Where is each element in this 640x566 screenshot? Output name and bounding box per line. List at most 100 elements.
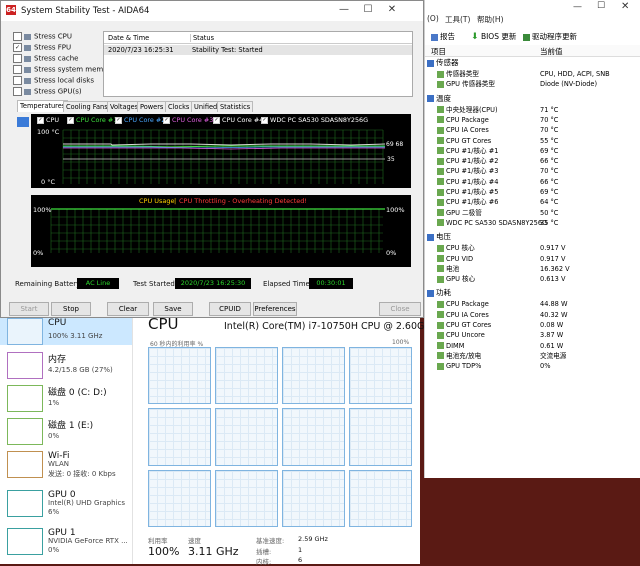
cpu-model-name: Intel(R) Core(TM) i7-10750H CPU @ 2.60GH… (224, 321, 437, 332)
maximize-icon[interactable]: ☐ (597, 1, 605, 11)
sidebar-item-wifi[interactable]: Wi-Fi WLAN 发送: 0 接收: 0 Kbps (0, 446, 132, 478)
sensor-row[interactable]: 传感器类型 CPU, HDD, ACPI, SNB (425, 69, 640, 80)
sensor-row[interactable]: CPU #1/核心 #3 70 °C (425, 166, 640, 177)
close-button[interactable]: Close (379, 302, 421, 316)
checkbox-icon (13, 65, 22, 74)
sensor-value: Diode (NV-Diode) (540, 80, 598, 89)
stress-checkbox[interactable]: Stress local disks (13, 76, 94, 85)
sidebar-item-gpu1[interactable]: GPU 1 NVIDIA GeForce RTX ... 0% (0, 523, 132, 555)
sensor-row[interactable]: GPU TDP% 0% (425, 361, 640, 372)
sensor-group[interactable]: 传感器 (425, 58, 640, 69)
hardware-icon (24, 33, 31, 40)
sidebar-item-memory[interactable]: 内存 4.2/15.8 GB (27%) (0, 347, 132, 379)
preferences-button[interactable]: Preferences (253, 302, 297, 316)
sensor-row[interactable]: CPU #1/核心 #6 64 °C (425, 197, 640, 208)
hardware-icon (24, 88, 31, 95)
tab-powers[interactable]: Powers (137, 101, 167, 112)
sensor-row[interactable]: CPU #1/核心 #5 69 °C (425, 187, 640, 198)
save-button[interactable]: Save (153, 302, 193, 316)
stress-checkbox[interactable]: Stress GPU(s) (13, 87, 82, 96)
checkbox-label: Stress local disks (34, 76, 95, 85)
sensor-row[interactable]: CPU Package 44.88 W (425, 299, 640, 310)
sensor-row[interactable]: CPU IA Cores 70 °C (425, 125, 640, 136)
menu-item-help[interactable]: 帮助(H) (477, 14, 504, 25)
log-col-date[interactable]: Date & Time (108, 34, 149, 42)
sensor-group[interactable]: 温度 (425, 94, 640, 105)
sensor-row[interactable]: CPU #1/核心 #1 69 °C (425, 146, 640, 157)
legend-item[interactable]: ✓ CPU Core #2 (115, 116, 165, 124)
legend-item[interactable]: ✓ WDC PC SA530 SDASN8Y256G (261, 116, 368, 124)
legend-item[interactable]: ✓ CPU Core #1 (67, 116, 117, 124)
sensor-row[interactable]: WDC PC SA530 SDASN8Y256G 35 °C (425, 218, 640, 229)
log-row[interactable]: 2020/7/23 16:25:31 Stability Test: Start… (104, 45, 412, 55)
tab-cooling-fans[interactable]: Cooling Fans (63, 101, 111, 112)
sensor-row[interactable]: 电池 16.362 V (425, 264, 640, 275)
sensor-row[interactable]: CPU #1/核心 #4 66 °C (425, 177, 640, 188)
bios-label: BIOS 更新 (480, 32, 517, 41)
toolbar: 报告 ⬇ BIOS 更新 驱动程序更新 (425, 28, 640, 46)
sensor-row[interactable]: 电池充/放电 交流电源 (425, 351, 640, 362)
sensor-row[interactable]: CPU Package 70 °C (425, 115, 640, 126)
sensor-row-label: 温度 (427, 94, 451, 105)
clear-button[interactable]: Clear (107, 302, 149, 316)
sensor-name: 温度 (436, 93, 451, 103)
checkbox-icon (13, 87, 22, 96)
maximize-icon[interactable]: ☐ (361, 4, 375, 16)
report-button[interactable]: 报告 (431, 31, 455, 42)
sensor-row[interactable]: GPU 核心 0.613 V (425, 274, 640, 285)
sensor-icon (437, 167, 444, 175)
download-icon: ⬇ (471, 32, 479, 42)
stress-checkbox[interactable]: Stress system memory (13, 65, 115, 74)
sensor-row[interactable]: CPU GT Cores 0.08 W (425, 320, 640, 331)
sensor-row[interactable]: CPU Uncore 3.87 W (425, 330, 640, 341)
stop-button[interactable]: Stop (51, 302, 91, 316)
sensor-row[interactable]: GPU 二极管 50 °C (425, 208, 640, 219)
column-value-header[interactable]: 当前值 (540, 46, 563, 57)
sensor-row[interactable]: CPU VID 0.917 V (425, 254, 640, 265)
legend-item[interactable]: ✓ CPU (37, 116, 59, 124)
sensor-row[interactable]: 中央处理器(CPU) 71 °C (425, 105, 640, 116)
tab-temperatures[interactable]: Temperatures (17, 100, 69, 112)
sensor-row[interactable]: CPU #1/核心 #2 66 °C (425, 156, 640, 167)
tab-unified[interactable]: Unified (191, 101, 221, 112)
tab-clocks[interactable]: Clocks (165, 101, 193, 112)
sensor-row[interactable]: DIMM 0.61 W (425, 341, 640, 352)
legend-item[interactable]: ✓ CPU Core #4 (213, 116, 263, 124)
minimize-icon[interactable]: — (573, 2, 582, 12)
sensor-name: CPU #1/核心 #6 (446, 198, 499, 207)
wifi-mini-graph (7, 451, 43, 478)
sensor-row[interactable]: GPU 传感器类型 Diode (NV-Diode) (425, 79, 640, 90)
close-icon[interactable]: ✕ (621, 1, 629, 12)
sidebar-item-disk0[interactable]: 磁盘 0 (C: D:) 1% (0, 380, 132, 412)
gpu0-mini-graph (7, 490, 43, 517)
sensor-group[interactable]: 功耗 (425, 288, 640, 299)
stress-checkbox[interactable]: Stress CPU (13, 32, 72, 41)
driver-update-button[interactable]: 驱动程序更新 (523, 31, 577, 42)
minimize-icon[interactable]: — (337, 4, 351, 16)
menu-item[interactable]: (O) (427, 14, 439, 23)
cpu-usage-graph: CPU Usage | CPU Throttling - Overheating… (31, 195, 411, 267)
sensor-row[interactable]: CPU GT Cores 55 °C (425, 136, 640, 147)
sensor-name: CPU VID (446, 254, 474, 263)
sidebar-item-disk1[interactable]: 磁盘 1 (E:) 0% (0, 413, 132, 445)
log-col-status[interactable]: Status (190, 34, 214, 42)
sensor-group[interactable]: 电压 (425, 232, 640, 243)
sensor-name: GPU 传感器类型 (446, 80, 495, 89)
bios-update-button[interactable]: ⬇ BIOS 更新 (471, 31, 516, 42)
cpuid-button[interactable]: CPUID (209, 302, 251, 316)
tab-statistics[interactable]: Statistics (217, 101, 254, 112)
hardware-icon (24, 55, 31, 62)
stress-checkbox[interactable]: ✓ Stress FPU (13, 43, 71, 52)
close-icon[interactable]: ✕ (385, 4, 399, 16)
sensor-row[interactable]: CPU 核心 0.917 V (425, 243, 640, 254)
temp-axis-top: 100 °C (37, 128, 60, 136)
legend-item[interactable]: ✓ CPU Core #3 (163, 116, 213, 124)
stress-checkbox[interactable]: Stress cache (13, 54, 78, 63)
utilization-label: 利用率 (148, 537, 168, 545)
column-item-header[interactable]: 项目 (431, 46, 446, 57)
menu-item-tools[interactable]: 工具(T) (445, 14, 470, 25)
sensor-row[interactable]: CPU IA Cores 40.32 W (425, 310, 640, 321)
sensor-icon (437, 311, 444, 319)
sidebar-item-gpu0[interactable]: GPU 0 Intel(R) UHD Graphics 6% (0, 485, 132, 517)
start-button[interactable]: Start (9, 302, 49, 316)
